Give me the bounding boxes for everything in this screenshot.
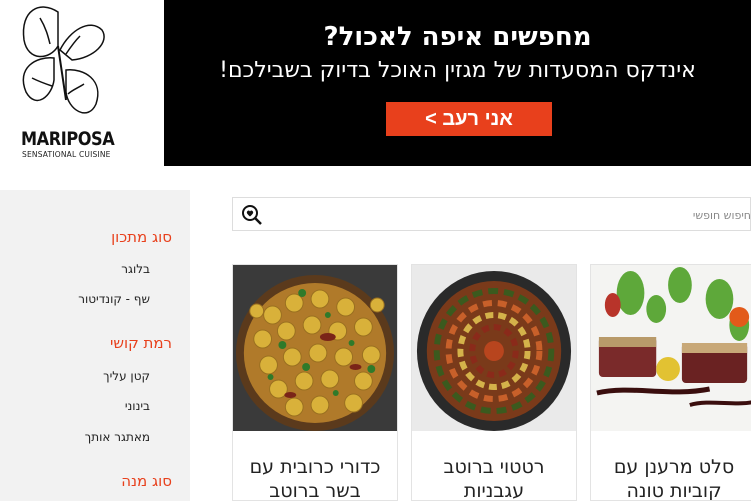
search-bar <box>232 197 751 232</box>
filter-heading-recipe-type[interactable]: סוג מתכון <box>111 228 172 246</box>
recipe-image[interactable] <box>591 265 751 431</box>
banner-title: מחפשים איפה לאכול? <box>323 22 592 52</box>
hungry-button[interactable]: אני רעב > <box>386 102 552 136</box>
filter-item-blogger[interactable]: בלוגר <box>121 262 150 276</box>
search-heart-icon[interactable] <box>241 204 263 226</box>
filter-item-medium[interactable]: בינוני <box>125 399 150 413</box>
logo[interactable]: MARIPOSA SENSATIONAL CUISINE <box>0 0 164 166</box>
recipe-title-line: רטטוי ברוטב <box>443 456 545 478</box>
filter-heading-dish-type[interactable]: סוג מנה <box>121 472 172 490</box>
filter-item-chef[interactable]: שף - קונדיטור <box>78 292 150 306</box>
recipe-image[interactable] <box>412 265 576 431</box>
filter-heading-difficulty[interactable]: רמת קושי <box>110 334 172 352</box>
recipe-title-line: כדורי כרובית עם <box>249 456 381 478</box>
recipe-title-line: עגבניות <box>463 480 525 501</box>
recipe-title[interactable]: כדורי כרובית עם בשר ברוטב <box>233 455 397 501</box>
banner-subtitle: אינדקס המסעדות של מגזין האוכל בדיוק בשבי… <box>219 58 696 83</box>
filter-sidebar: סוג מתכון בלוגר שף - קונדיטור רמת קושי ק… <box>0 190 190 501</box>
recipe-title-line: בשר ברוטב <box>269 480 361 501</box>
recipe-card[interactable]: סלט מרענן עם קוביות טונה <box>590 264 751 501</box>
logo-name: MARIPOSA <box>21 128 115 150</box>
filter-item-hard[interactable]: מאתגר אותך <box>85 430 150 444</box>
logo-tagline: SENSATIONAL CUISINE <box>22 150 111 159</box>
filter-item-easy[interactable]: קטן עליך <box>103 369 150 383</box>
restaurant-index-banner[interactable]: מחפשים איפה לאכול? אינדקס המסעדות של מגז… <box>164 0 751 166</box>
recipe-image[interactable] <box>233 265 397 431</box>
recipe-title[interactable]: סלט מרענן עם קוביות טונה <box>591 455 751 501</box>
recipe-title[interactable]: רטטוי ברוטב עגבניות <box>412 455 576 501</box>
recipe-title-line: סלט מרענן עם <box>613 456 735 478</box>
butterfly-logo-icon <box>22 6 105 114</box>
search-input[interactable] <box>269 198 751 232</box>
recipe-title-line: קוביות טונה <box>626 480 722 501</box>
recipe-card[interactable]: כדורי כרובית עם בשר ברוטב <box>232 264 398 501</box>
recipe-card[interactable]: רטטוי ברוטב עגבניות <box>411 264 577 501</box>
